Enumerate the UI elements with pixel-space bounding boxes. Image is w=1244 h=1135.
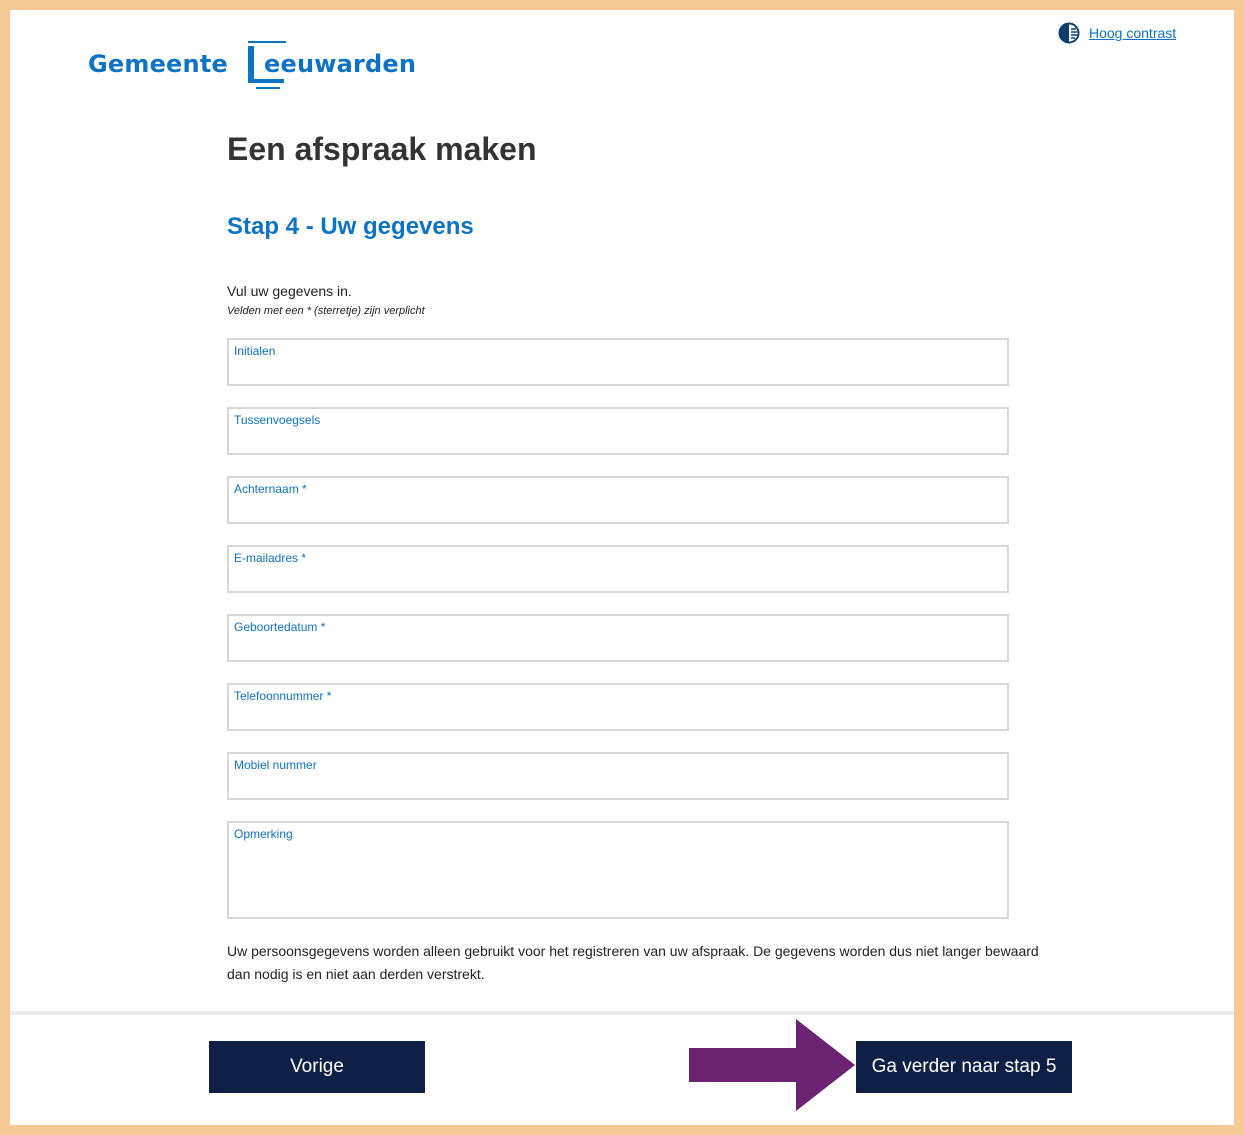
page-title: Een afspraak maken (227, 131, 537, 167)
field-label: Geboortedatum * (234, 620, 326, 634)
email-input[interactable] (234, 569, 1002, 587)
field-label: Mobiel nummer (234, 758, 317, 772)
high-contrast-link[interactable]: Hoog contrast (1058, 22, 1176, 44)
privacy-notice: Uw persoonsgegevens worden alleen gebrui… (227, 943, 1039, 982)
birthdate-input[interactable] (234, 638, 1002, 656)
next-step-button[interactable]: Ga verder naar stap 5 (856, 1041, 1072, 1093)
initials-field[interactable]: Initialen (227, 338, 1009, 386)
mobile-field[interactable]: Mobiel nummer (227, 752, 1009, 800)
footer-divider (10, 1011, 1234, 1015)
contrast-icon (1058, 22, 1080, 44)
arrow-right-icon (689, 1019, 855, 1111)
logo-text-leeuwarden: eeuwarden (264, 50, 417, 78)
logo-text-gemeente: Gemeente (88, 50, 228, 78)
required-fields-note: Velden met een * (sterretje) zijn verpli… (227, 305, 425, 317)
field-label: Initialen (234, 344, 276, 358)
email-field[interactable]: E-mailadres * (227, 545, 1009, 593)
step-title: Stap 4 - Uw gegevens (227, 213, 474, 240)
high-contrast-label[interactable]: Hoog contrast (1089, 25, 1176, 41)
mobile-input[interactable] (234, 776, 1002, 794)
field-label: Achternaam * (234, 482, 307, 496)
field-label: Opmerking (234, 827, 293, 841)
remark-field[interactable]: Opmerking (227, 821, 1009, 919)
initials-input[interactable] (234, 362, 1002, 380)
phone-field[interactable]: Telefoonnummer * (227, 683, 1009, 731)
previous-button[interactable]: Vorige (209, 1041, 425, 1093)
infix-input[interactable] (234, 431, 1002, 449)
birthdate-field[interactable]: Geboortedatum * (227, 614, 1009, 662)
infix-field[interactable]: Tussenvoegsels (227, 407, 1009, 455)
form-intro: Vul uw gegevens in. (227, 283, 352, 299)
surname-input[interactable] (234, 500, 1002, 518)
phone-input[interactable] (234, 707, 1002, 725)
remark-textarea[interactable] (234, 843, 1002, 913)
field-label: E-mailadres * (234, 551, 307, 565)
surname-field[interactable]: Achternaam * (227, 476, 1009, 524)
field-label: Telefoonnummer * (234, 689, 332, 703)
field-label: Tussenvoegsels (234, 413, 321, 427)
